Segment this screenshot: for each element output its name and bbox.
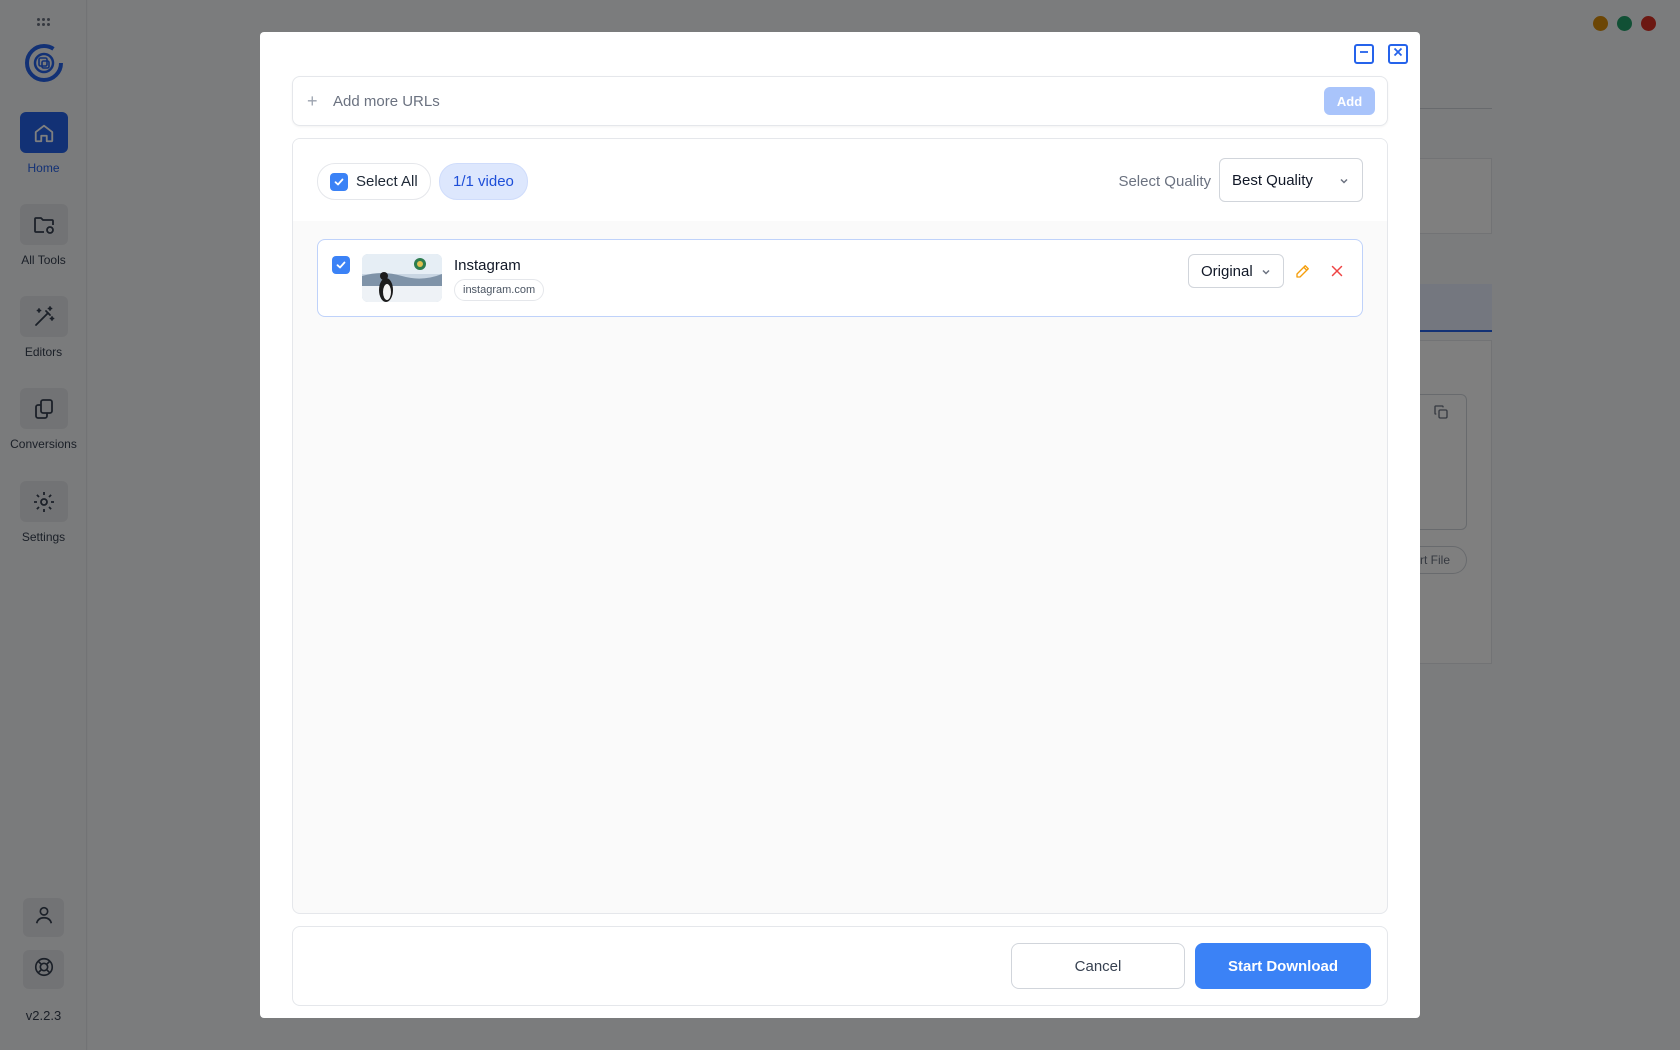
item-format-select[interactable]: Original [1188, 254, 1284, 288]
video-list-panel: Select All 1/1 video Select Quality Best… [292, 138, 1388, 914]
chevron-down-icon [1338, 174, 1350, 186]
video-thumbnail [362, 254, 442, 302]
minimize-button[interactable] [1354, 44, 1374, 64]
item-format-value: Original [1201, 262, 1253, 280]
start-download-button[interactable]: Start Download [1195, 943, 1371, 989]
plus-icon: + [307, 90, 318, 111]
item-checkbox[interactable] [332, 256, 350, 274]
url-input[interactable] [333, 92, 1324, 110]
video-count-badge: 1/1 video [439, 163, 528, 200]
list-item: Instagram instagram.com Original [317, 239, 1363, 317]
item-title: Instagram [454, 257, 521, 274]
download-modal: + Add Select All 1/1 video Select Qualit… [260, 32, 1420, 1018]
checkbox-checked-icon[interactable] [330, 172, 348, 191]
close-modal-button[interactable] [1388, 44, 1408, 64]
list-header: Select All 1/1 video Select Quality Best… [293, 139, 1387, 221]
quality-label: Select Quality [1118, 173, 1211, 190]
pencil-icon[interactable] [1294, 262, 1312, 280]
modal-footer: Cancel Start Download [292, 926, 1388, 1006]
quality-value: Best Quality [1232, 171, 1313, 189]
item-domain-badge: instagram.com [454, 279, 545, 301]
quality-select[interactable]: Best Quality [1219, 158, 1363, 202]
select-all-label: Select All [356, 173, 418, 190]
close-icon [1392, 45, 1404, 63]
chevron-down-icon [1260, 265, 1272, 277]
url-bar: + Add [292, 76, 1388, 126]
cancel-button[interactable]: Cancel [1011, 943, 1185, 989]
remove-icon[interactable] [1328, 262, 1346, 280]
select-all-toggle[interactable]: Select All [317, 163, 431, 200]
add-url-button[interactable]: Add [1324, 87, 1375, 115]
minus-icon [1358, 45, 1370, 63]
